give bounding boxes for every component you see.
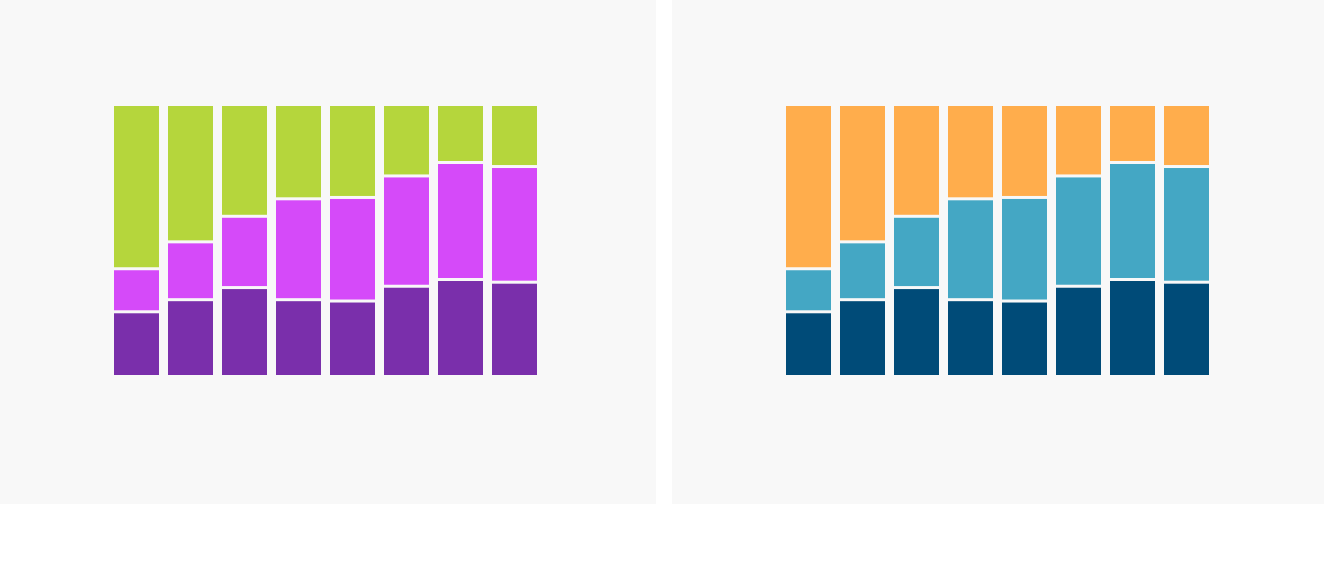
bar-segment-s1-c4 bbox=[276, 301, 321, 375]
bar-segment-s1-c6 bbox=[384, 287, 429, 375]
bar-segment-s2-c5 bbox=[1002, 198, 1047, 300]
bar-segment-s3-c2 bbox=[168, 106, 213, 241]
left-stacked-bar-chart bbox=[114, 106, 537, 375]
bar-segment-s1-c8 bbox=[1164, 283, 1209, 375]
bar-segment-s3-c5 bbox=[1002, 106, 1047, 196]
right-stacked-bar-chart bbox=[786, 106, 1209, 375]
bar-segment-s1-c5 bbox=[1002, 302, 1047, 375]
bar-segment-s3-c2 bbox=[840, 106, 885, 241]
bar-segment-s3-c8 bbox=[492, 106, 537, 166]
bar-segment-s1-c6 bbox=[1056, 287, 1101, 375]
bar-segment-s1-c5 bbox=[330, 302, 375, 375]
bar-segment-s3-c4 bbox=[276, 106, 321, 198]
bar-segment-s1-c1 bbox=[114, 313, 159, 375]
bar-segment-s3-c7 bbox=[1110, 106, 1155, 161]
bar-segment-s1-c3 bbox=[894, 289, 939, 375]
bar-segment-s3-c3 bbox=[222, 106, 267, 215]
bar-segment-s1-c2 bbox=[168, 301, 213, 375]
bar-segment-s3-c8 bbox=[1164, 106, 1209, 166]
bar-segment-s1-c4 bbox=[948, 301, 993, 375]
bar-segment-s2-c4 bbox=[276, 200, 321, 299]
bar-segment-s2-c5 bbox=[330, 198, 375, 300]
bar-segment-s1-c7 bbox=[1110, 281, 1155, 375]
bar-segment-s3-c1 bbox=[786, 106, 831, 268]
bar-segment-s3-c1 bbox=[114, 106, 159, 268]
bar-segment-s2-c8 bbox=[1164, 168, 1209, 281]
bar-segment-s1-c8 bbox=[492, 283, 537, 375]
bar-segment-s2-c8 bbox=[492, 168, 537, 281]
bar-segment-s2-c3 bbox=[222, 217, 267, 287]
bar-segment-s2-c6 bbox=[1056, 177, 1101, 285]
bar-segment-s2-c7 bbox=[438, 163, 483, 279]
bar-segment-s3-c5 bbox=[330, 106, 375, 196]
bar-segment-s2-c7 bbox=[1110, 163, 1155, 279]
bar-segment-s2-c2 bbox=[840, 243, 885, 299]
bar-segment-s1-c1 bbox=[786, 313, 831, 375]
bar-segment-s2-c2 bbox=[168, 243, 213, 299]
bar-segment-s3-c6 bbox=[384, 106, 429, 175]
bar-segment-s1-c3 bbox=[222, 289, 267, 375]
bar-segment-s2-c1 bbox=[786, 270, 831, 311]
bar-segment-s2-c3 bbox=[894, 217, 939, 287]
bar-segment-s2-c4 bbox=[948, 200, 993, 299]
bar-segment-s2-c6 bbox=[384, 177, 429, 285]
bar-segment-s1-c2 bbox=[840, 301, 885, 375]
left-chart-panel bbox=[0, 0, 656, 504]
bar-segment-s2-c1 bbox=[114, 270, 159, 311]
bar-segment-s3-c4 bbox=[948, 106, 993, 198]
bar-segment-s3-c6 bbox=[1056, 106, 1101, 175]
right-chart-panel bbox=[672, 0, 1324, 504]
bar-segment-s3-c3 bbox=[894, 106, 939, 215]
bar-segment-s3-c7 bbox=[438, 106, 483, 161]
bar-segment-s1-c7 bbox=[438, 281, 483, 375]
